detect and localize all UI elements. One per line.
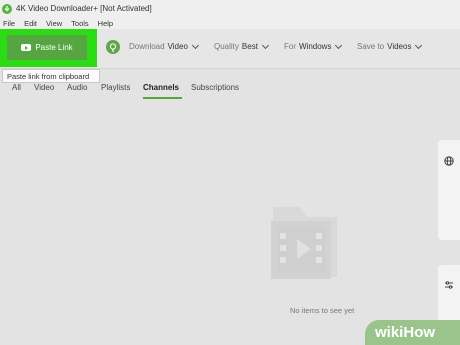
paste-link-label: Paste Link xyxy=(35,43,73,52)
active-tab-indicator xyxy=(143,97,182,99)
tab-all[interactable]: All xyxy=(12,83,21,92)
menu-bar: File Edit View Tools Help xyxy=(0,17,460,29)
chevron-down-icon xyxy=(191,41,199,49)
quality-label: Quality xyxy=(214,42,239,51)
chevron-down-icon xyxy=(261,41,269,49)
quality-dropdown[interactable]: Quality Best xyxy=(214,41,269,51)
empty-state-text: No items to see yet xyxy=(290,306,355,315)
menu-tools[interactable]: Tools xyxy=(71,19,89,28)
lightbulb-icon[interactable] xyxy=(106,40,120,54)
save-label: Save to xyxy=(357,42,385,51)
content-tabs: All Video Audio Playlists Channels Subsc… xyxy=(0,80,460,100)
app-logo-icon xyxy=(2,3,12,14)
wikihow-watermark: wiki How xyxy=(365,320,460,345)
platform-dropdown[interactable]: For Windows xyxy=(284,41,343,51)
tab-playlists[interactable]: Playlists xyxy=(101,83,130,92)
paste-link-tooltip: Paste link from clipboard xyxy=(2,69,100,83)
toolbar: Paste Link Download Video Quality Best F… xyxy=(0,29,460,69)
chevron-down-icon xyxy=(415,41,423,49)
download-label: Download xyxy=(129,42,165,51)
title-bar: 4K Video Downloader+ [Not Activated] xyxy=(0,0,460,17)
download-type-dropdown[interactable]: Download Video xyxy=(129,41,199,51)
side-panel-bottom xyxy=(438,265,460,325)
video-folder-icon xyxy=(247,195,357,295)
quality-value: Best xyxy=(241,42,258,51)
menu-help[interactable]: Help xyxy=(98,19,113,28)
menu-file[interactable]: File xyxy=(3,19,15,28)
globe-icon[interactable] xyxy=(444,153,454,240)
watermark-wiki: wiki xyxy=(375,324,404,341)
save-value: Videos xyxy=(387,42,412,51)
tab-subscriptions[interactable]: Subscriptions xyxy=(191,83,239,92)
settings-sliders-icon[interactable] xyxy=(444,277,454,325)
tab-video[interactable]: Video xyxy=(34,83,54,92)
chevron-down-icon xyxy=(335,41,343,49)
watermark-how: How xyxy=(403,324,436,341)
tab-channels[interactable]: Channels xyxy=(143,83,179,92)
download-value: Video xyxy=(167,42,188,51)
side-panel-top xyxy=(438,140,460,240)
platform-label: For xyxy=(284,42,296,51)
platform-value: Windows xyxy=(299,42,332,51)
menu-view[interactable]: View xyxy=(46,19,62,28)
save-to-dropdown[interactable]: Save to Videos xyxy=(357,41,423,51)
tooltip-text: Paste link from clipboard xyxy=(7,71,90,81)
paste-link-button[interactable]: Paste Link xyxy=(7,35,87,60)
window-title: 4K Video Downloader+ [Not Activated] xyxy=(16,4,152,13)
youtube-icon xyxy=(21,44,32,51)
tab-audio[interactable]: Audio xyxy=(67,83,87,92)
menu-edit[interactable]: Edit xyxy=(24,19,37,28)
